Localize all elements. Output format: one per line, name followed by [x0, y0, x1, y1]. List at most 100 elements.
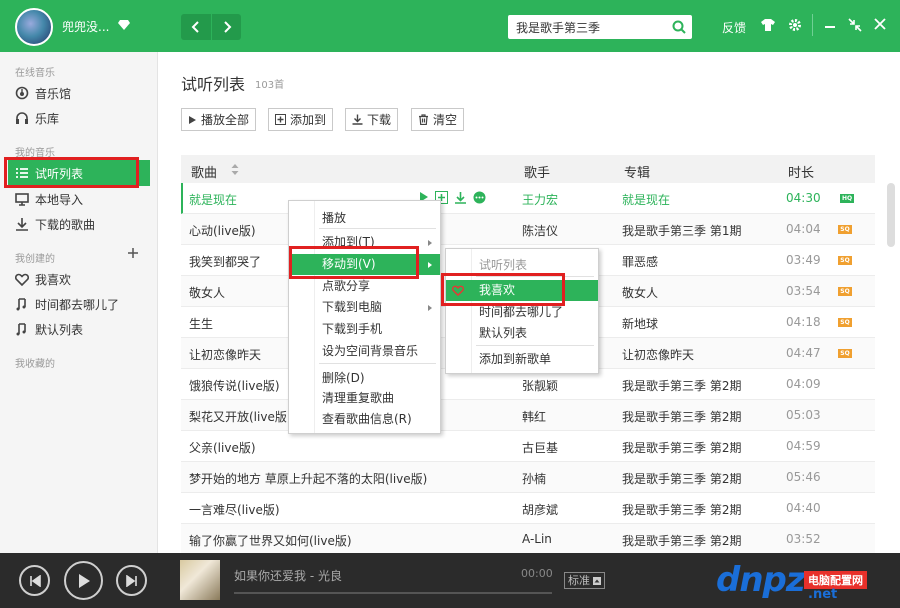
album-name[interactable]: 我是歌手第三季 第2期 — [622, 408, 741, 425]
song-name: 梨花又开放(live版) — [189, 410, 292, 424]
close-icon[interactable] — [874, 18, 886, 30]
menu-download-phone[interactable]: 下载到手机 — [289, 319, 440, 340]
download-icon[interactable] — [454, 191, 467, 204]
menu-item-label: 试听列表 — [479, 258, 528, 272]
artist-name[interactable]: 胡彦斌 — [522, 501, 558, 518]
music-hall-icon — [15, 86, 31, 100]
sidebar-item-local-import[interactable]: 本地导入 — [15, 188, 145, 210]
scrollbar[interactable] — [887, 183, 895, 247]
album-name[interactable]: 我是歌手第三季 第2期 — [622, 470, 741, 487]
table-row[interactable]: 梦开始的地方 草原上升起不落的太阳(live版) 孙楠 我是歌手第三季 第2期 05:… — [181, 462, 875, 493]
page-title: 试听列表 — [181, 75, 246, 94]
search-icon[interactable] — [672, 20, 686, 34]
sidebar-item-default-list[interactable]: 默认列表 — [15, 318, 145, 340]
submenu-arrow-icon — [428, 262, 432, 268]
artist-name[interactable]: 王力宏 — [522, 191, 558, 208]
feedback-link[interactable]: 反馈 — [722, 19, 746, 36]
artist-name[interactable]: 古巨基 — [522, 439, 558, 456]
album-name[interactable]: 敬女人 — [622, 284, 658, 301]
quality-selector[interactable]: 标准 — [564, 572, 605, 589]
minimize-icon[interactable] — [824, 18, 836, 32]
sidebar-group-collected: 我收藏的 — [15, 359, 55, 370]
menu-set-background[interactable]: 设为空间背景音乐 — [289, 341, 440, 362]
sidebar-item-label: 下载的歌曲 — [35, 217, 96, 232]
artist-name[interactable]: A-Lin — [522, 532, 552, 546]
menu-item-label: 播放 — [322, 211, 347, 225]
album-name[interactable]: 罪恶感 — [622, 253, 658, 270]
table-row[interactable]: 输了你赢了世界又如何(live版) A-Lin 我是歌手第三季 第2期 03:52 — [181, 524, 875, 555]
album-name[interactable]: 我是歌手第三季 第2期 — [622, 532, 741, 549]
next-icon — [125, 574, 137, 587]
clear-button[interactable]: 清空 — [411, 108, 465, 131]
avatar[interactable] — [15, 8, 53, 46]
sidebar-item-library[interactable]: 乐库 — [15, 107, 145, 129]
artist-name[interactable]: 韩红 — [522, 408, 546, 425]
column-artist[interactable]: 歌手 — [524, 162, 550, 181]
submenu-default-list[interactable]: 默认列表 — [446, 323, 598, 344]
album-name[interactable]: 我是歌手第三季 第2期 — [622, 501, 741, 518]
album-name[interactable]: 就是现在 — [622, 191, 670, 208]
play-icon — [188, 115, 197, 125]
song-duration: 03:49 — [786, 253, 821, 267]
next-button[interactable] — [116, 565, 147, 596]
menu-play[interactable]: 播放 — [289, 208, 440, 229]
diamond-icon[interactable] — [118, 19, 130, 31]
previous-button[interactable] — [19, 565, 50, 596]
song-duration: 04:09 — [786, 377, 821, 391]
album-name[interactable]: 让初恋像昨天 — [622, 346, 694, 363]
plus-icon[interactable] — [127, 247, 139, 259]
menu-share[interactable]: 点歌分享 — [289, 276, 440, 297]
table-row[interactable]: 梨花又开放(live版) 韩红 我是歌手第三季 第2期 05:03 — [181, 400, 875, 431]
album-name[interactable]: 我是歌手第三季 第2期 — [622, 439, 741, 456]
mini-mode-icon[interactable] — [848, 18, 862, 32]
now-playing-title[interactable]: 如果你还爱我 - 光良 — [234, 567, 342, 584]
table-row[interactable]: 一言难尽(live版) 胡彦斌 我是歌手第三季 第2期 04:40 — [181, 493, 875, 524]
menu-clean-duplicates[interactable]: 清理重复歌曲 — [289, 388, 440, 409]
sidebar-item-music-hall[interactable]: 音乐馆 — [15, 82, 145, 104]
table-row[interactable]: 父亲(live版) 古巨基 我是歌手第三季 第2期 04:59 — [181, 431, 875, 462]
sort-icon[interactable] — [231, 164, 239, 175]
song-duration: 04:18 — [786, 315, 821, 329]
column-song[interactable]: 歌曲 — [191, 162, 217, 181]
sidebar-group-created: 我创建的 — [15, 254, 55, 265]
menu-item-label: 清理重复歌曲 — [322, 391, 395, 405]
menu-delete[interactable]: 删除(D) — [289, 368, 440, 389]
menu-item-label: 时间都去哪儿了 — [479, 305, 564, 319]
username[interactable]: 兜兜没... — [62, 18, 109, 35]
submenu-new-playlist[interactable]: 添加到新歌单 — [446, 349, 598, 370]
sidebar-item-label: 默认列表 — [35, 322, 84, 337]
artist-name[interactable]: 陈洁仪 — [522, 222, 558, 239]
download-button[interactable]: 下载 — [345, 108, 399, 131]
album-name[interactable]: 我是歌手第三季 第1期 — [622, 222, 741, 239]
table-row[interactable]: 心动(live版) 陈洁仪 我是歌手第三季 第1期 04:04 SQ — [181, 214, 875, 245]
quality-badge: SQ — [838, 349, 852, 358]
gear-icon[interactable] — [788, 18, 802, 32]
sidebar-item-favorites[interactable]: 我喜欢 — [15, 268, 145, 290]
column-album[interactable]: 专辑 — [624, 162, 650, 181]
back-button[interactable] — [181, 14, 211, 40]
artist-name[interactable]: 孙楠 — [522, 470, 546, 487]
search-input[interactable] — [508, 15, 658, 39]
song-name: 让初恋像昨天 — [189, 348, 262, 362]
play-button[interactable] — [64, 561, 103, 600]
watermark-logo-text: dnpz — [716, 560, 806, 600]
column-duration[interactable]: 时长 — [788, 162, 814, 181]
album-name[interactable]: 新地球 — [622, 315, 658, 332]
play-all-button[interactable]: 播放全部 — [181, 108, 257, 131]
album-cover[interactable] — [180, 560, 220, 600]
album-name[interactable]: 我是歌手第三季 第2期 — [622, 377, 741, 394]
menu-download-pc[interactable]: 下载到电脑 — [289, 297, 440, 318]
skin-icon[interactable] — [760, 18, 776, 32]
progress-bar[interactable] — [234, 592, 552, 594]
song-duration: 05:46 — [786, 470, 821, 484]
highlight-box — [289, 246, 419, 279]
add-to-button[interactable]: 添加到 — [268, 108, 334, 131]
sidebar: 在线音乐 音乐馆 乐库 我的音乐 试听列表 本地导入 下载的歌曲 我创建的 我喜… — [0, 52, 158, 553]
table-row[interactable]: 就是现在 王力宏 就是现在 04:30 HQ — [181, 183, 875, 214]
menu-song-info[interactable]: 查看歌曲信息(R) — [289, 409, 440, 430]
more-icon[interactable] — [473, 191, 486, 204]
artist-name[interactable]: 张靓颖 — [522, 377, 558, 394]
sidebar-item-playlist-time[interactable]: 时间都去哪儿了 — [15, 293, 145, 315]
forward-button[interactable] — [211, 14, 241, 40]
sidebar-item-downloads[interactable]: 下载的歌曲 — [15, 213, 145, 235]
